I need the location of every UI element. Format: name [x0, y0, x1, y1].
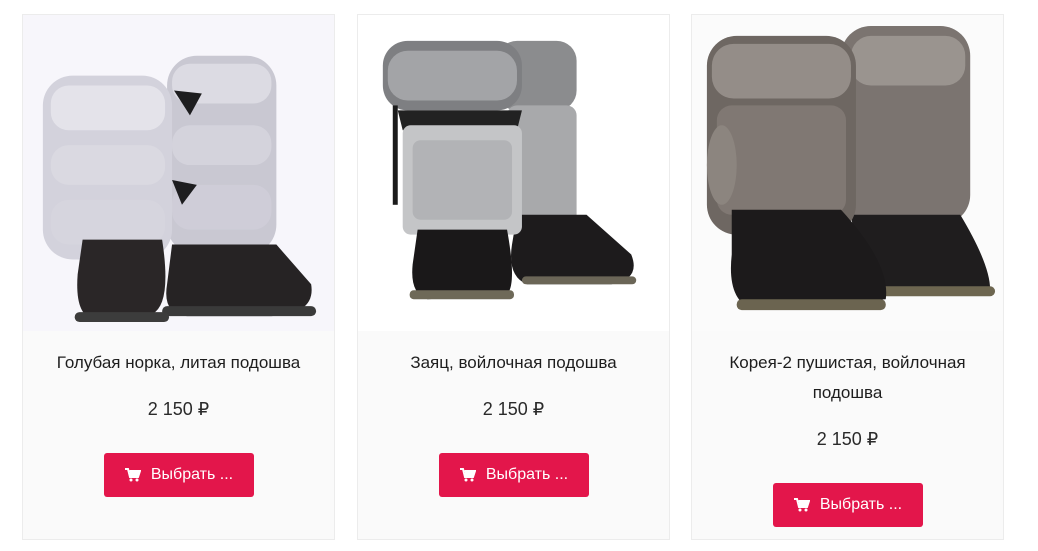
select-button[interactable]: Выбрать ... [773, 483, 923, 527]
product-image[interactable] [692, 15, 1003, 331]
select-button-label: Выбрать ... [485, 466, 569, 483]
boots-illustration [706, 25, 996, 311]
product-price: 2 150 ₽ [482, 399, 545, 419]
product-image[interactable] [358, 15, 669, 331]
product-image[interactable] [23, 15, 334, 331]
product-price: 2 150 ₽ [816, 429, 879, 449]
boots-illustration [382, 40, 637, 300]
product-price: 2 150 ₽ [147, 399, 210, 419]
cart-icon [793, 498, 810, 512]
product-grid: Голубая норка, литая подошва 2 150 ₽ Выб… [0, 0, 1038, 551]
product-card: Заяц, войлочная подошва 2 150 ₽ Выбрать … [357, 14, 670, 540]
select-button[interactable]: Выбрать ... [439, 453, 589, 497]
select-button-label: Выбрать ... [819, 496, 903, 513]
boots-illustration [42, 55, 317, 323]
cart-icon [459, 468, 476, 482]
select-button[interactable]: Выбрать ... [104, 453, 254, 497]
product-title[interactable]: Заяц, войлочная подошва [378, 348, 649, 378]
product-card: Корея-2 пушистая, войлочная подошва 2 15… [691, 14, 1004, 540]
product-card: Голубая норка, литая подошва 2 150 ₽ Выб… [22, 14, 335, 540]
product-title[interactable]: Корея-2 пушистая, войлочная подошва [712, 348, 983, 408]
select-button-label: Выбрать ... [150, 466, 234, 483]
cart-icon [124, 468, 141, 482]
product-title[interactable]: Голубая норка, литая подошва [43, 348, 314, 378]
